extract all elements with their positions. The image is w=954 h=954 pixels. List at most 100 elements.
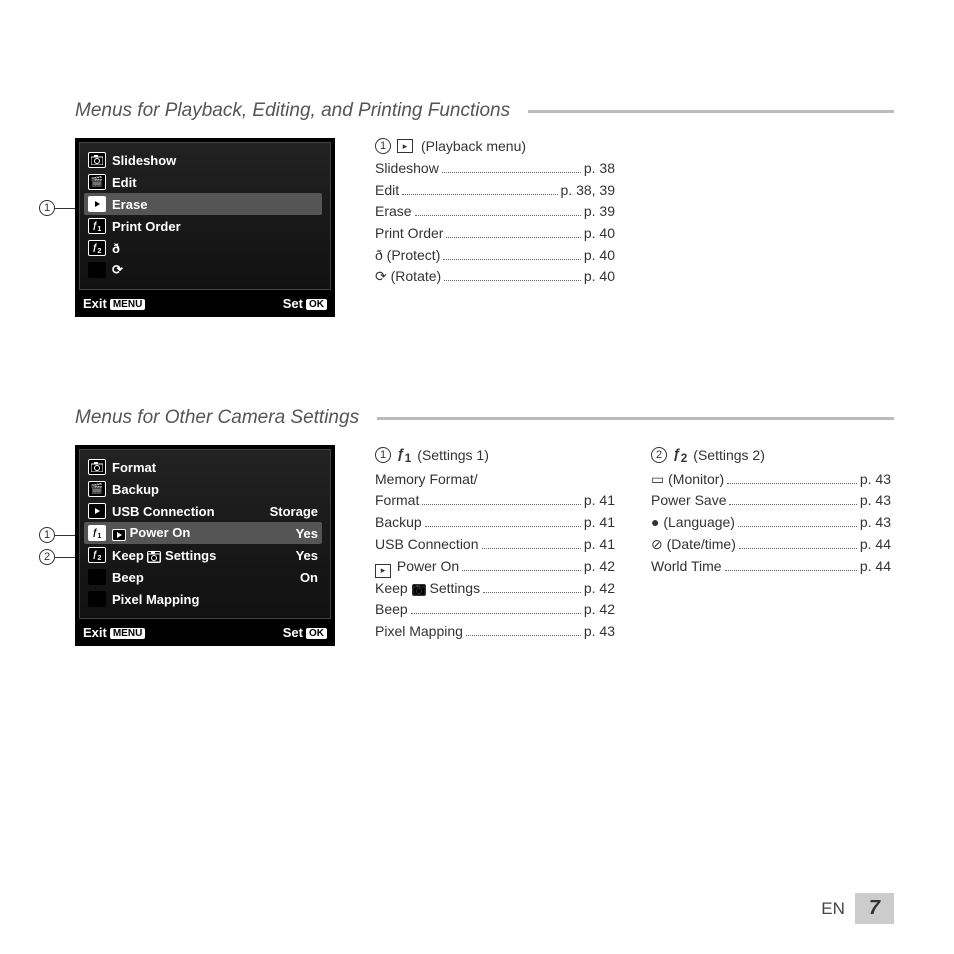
callout-1: 1	[39, 200, 75, 216]
page-ref: p. 39	[584, 201, 615, 223]
menu-item-label: Print Order	[112, 219, 318, 234]
leader-dots	[444, 280, 581, 281]
page-ref: p. 42	[584, 599, 615, 621]
leader-dots	[727, 483, 857, 484]
leader-dots	[738, 526, 857, 527]
menu-row: ƒ2Keep SettingsYes	[84, 544, 322, 566]
heading-rule	[528, 110, 894, 113]
callout-2: 2	[39, 549, 75, 565]
callout-1: 1	[39, 527, 75, 543]
page-ref: p. 44	[860, 556, 891, 578]
menu-row: Erase	[84, 193, 322, 215]
leader-dots	[411, 613, 581, 614]
leader-dots	[446, 237, 580, 238]
reference-list-2: 1ƒ1 (Settings 1) Memory Format/Format p. 4…	[375, 445, 894, 646]
menu-item-label: Power On	[112, 525, 290, 541]
screen-2-wrap: 1 2 Format🎬BackupUSB ConnectionStorageƒ1…	[75, 445, 335, 646]
leader-dots	[482, 548, 581, 549]
play-icon	[88, 196, 106, 212]
page-ref: p. 41	[584, 490, 615, 512]
leader-dots	[739, 548, 857, 549]
ref-entry-name: ð (Protect)	[375, 245, 440, 267]
rotate-icon: ⟳	[112, 262, 123, 277]
menu-item-label: ⟳	[112, 262, 318, 278]
page-ref: p. 38	[584, 158, 615, 180]
reference-entry: Print Orderp. 40	[375, 223, 615, 245]
leader-dots	[443, 259, 580, 260]
page-ref: p. 44	[860, 534, 891, 556]
page-ref: p. 43	[860, 469, 891, 491]
menu-item-label: Slideshow	[112, 153, 318, 168]
play-icon	[112, 529, 126, 541]
ref-entry-name: Keep Settings	[375, 578, 480, 600]
reference-entry: Editp. 38, 39	[375, 180, 615, 202]
menu-row: ⟳	[84, 259, 322, 281]
leader-dots	[415, 215, 581, 216]
menu-row: Pixel Mapping	[84, 588, 322, 610]
menu-item-value: On	[300, 570, 318, 585]
leader-dots	[442, 172, 581, 173]
exit-label: ExitMENU	[83, 625, 145, 640]
screen-playback-menu: Slideshow🎬EditEraseƒ1Print Orderƒ2ð⟳ Exi…	[75, 138, 335, 317]
camera-icon	[88, 152, 106, 168]
tool1-icon: ƒ1	[88, 218, 106, 234]
leader-dots	[462, 570, 581, 571]
leader-dots	[729, 504, 856, 505]
section-title-text: Menus for Playback, Editing, and Printin…	[75, 100, 510, 122]
ref-entry-name: Power On	[375, 556, 459, 578]
reference-entry: USB Connection p. 41	[375, 534, 615, 556]
leader-dots	[725, 570, 857, 571]
ref-head-text: (Playback menu)	[421, 138, 526, 154]
page-ref: p. 43	[860, 512, 891, 534]
ref-number-badge: 1	[375, 447, 391, 463]
callout-badge: 1	[39, 200, 55, 216]
ref-entry-name: Power Save	[651, 490, 726, 512]
ref-head-text: (Settings 1)	[417, 447, 489, 463]
movie-icon: 🎬	[88, 481, 106, 497]
protect-icon: ð	[375, 247, 383, 263]
reference-entry: Pixel Mappingp. 43	[375, 621, 615, 643]
tool2-icon: ƒ2	[673, 445, 687, 465]
tool1-icon: ƒ1	[88, 525, 106, 541]
callout-leader	[55, 535, 75, 536]
protect-icon: ð	[112, 241, 120, 256]
ok-button-icon: OK	[306, 299, 327, 310]
monitor-icon: ▭	[651, 471, 664, 487]
blank-icon	[88, 569, 106, 585]
reference-entry: World Timep. 44	[651, 556, 891, 578]
reference-entry: Format p. 41	[375, 490, 615, 512]
page-number: 7	[855, 893, 894, 924]
language-label: EN	[821, 899, 845, 919]
ref-entry-name: Memory Format/	[375, 469, 478, 491]
ref-number-badge: 1	[375, 138, 391, 154]
menu-item-label: Beep	[112, 570, 294, 585]
reference-entry: Keep Settingsp. 42	[375, 578, 615, 600]
ref-entry-name: ● (Language)	[651, 512, 735, 534]
leader-dots	[483, 592, 581, 593]
ref-entry-name: Format	[375, 490, 419, 512]
reference-entry: Erasep. 39	[375, 201, 615, 223]
leader-dots	[422, 504, 581, 505]
menu-row: Format	[84, 456, 322, 478]
reference-entry: ⊘ (Date/time)p. 44	[651, 534, 891, 556]
menu-button-icon: MENU	[110, 628, 145, 639]
callout-badge: 2	[39, 549, 55, 565]
ref-entry-name: USB Connection	[375, 534, 479, 556]
ref-entry-name: Pixel Mapping	[375, 621, 463, 643]
menu-row: Beep On	[84, 566, 322, 588]
camera-icon	[88, 459, 106, 475]
reference-heading: 1ƒ1 (Settings 1)	[375, 445, 615, 465]
page-ref: p. 40	[584, 223, 615, 245]
play-icon	[88, 503, 106, 519]
ref-entry-name: Edit	[375, 180, 399, 202]
menu-row: ƒ1 Print Order	[84, 215, 322, 237]
reference-entry: Beepp. 42	[375, 599, 615, 621]
page-ref: p. 42	[584, 556, 615, 578]
menu-item-label: Format	[112, 460, 318, 475]
page-footer: EN 7	[821, 893, 894, 924]
set-label: SetOK	[283, 625, 327, 640]
page-ref: p. 41	[584, 534, 615, 556]
ref-entry-name: Slideshow	[375, 158, 439, 180]
section-heading-1: Menus for Playback, Editing, and Printin…	[75, 100, 894, 122]
clock-icon: ⊘	[651, 536, 663, 552]
